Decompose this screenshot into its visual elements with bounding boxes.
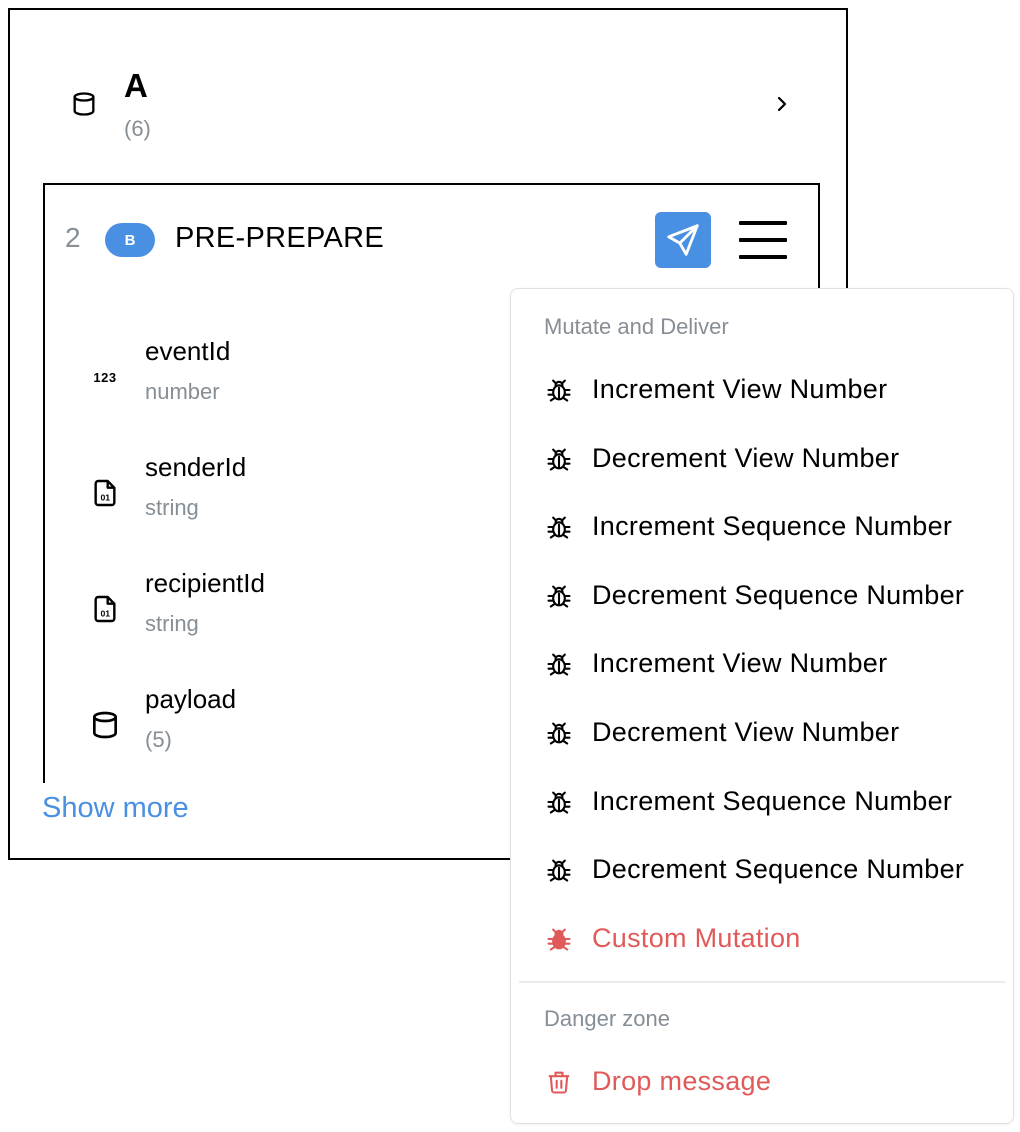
danger-zone-label: Danger zone <box>544 1006 670 1031</box>
bug-filled-icon <box>547 928 571 951</box>
menu-item-label: Decrement Sequence Number <box>592 580 965 610</box>
show-more-link[interactable]: Show more <box>42 788 189 828</box>
field-type: string <box>145 495 199 520</box>
field-name: eventId <box>145 336 231 366</box>
menu-item-decrement-view-number[interactable]: Decrement View Number <box>511 703 1013 763</box>
field-type: (5) <box>145 727 172 752</box>
deliver-button[interactable] <box>655 212 711 268</box>
hamburger-line <box>739 238 787 242</box>
menu-item-label: Decrement Sequence Number <box>592 854 965 884</box>
field-event-id: 123 eventId number <box>89 335 509 425</box>
node-count: (6) <box>124 116 151 141</box>
menu-item-label: Increment View Number <box>592 374 888 404</box>
mutation-dropdown-menu: Mutate and Deliver Increment View Number… <box>510 288 1014 1124</box>
database-icon <box>93 711 117 739</box>
menu-item-label: Increment Sequence Number <box>592 786 953 816</box>
field-recipient-id: 01 recipientId string <box>89 567 509 657</box>
bug-outline-icon <box>547 791 571 814</box>
svg-text:123: 123 <box>93 370 116 385</box>
bug-outline-icon <box>547 448 571 471</box>
menu-item-drop-message[interactable]: Drop message <box>511 1052 1013 1112</box>
menu-item-label: Decrement View Number <box>592 717 900 747</box>
field-name: senderId <box>145 452 247 482</box>
menu-item-decrement-sequence-number[interactable]: Decrement Sequence Number <box>511 840 1013 900</box>
message-type: PRE-PREPARE <box>175 222 385 254</box>
menu-item-increment-sequence-number[interactable]: Increment Sequence Number <box>511 772 1013 832</box>
menu-button[interactable] <box>737 219 789 261</box>
menu-item-label: Decrement View Number <box>592 443 900 473</box>
node-title: A <box>124 67 148 104</box>
trash-icon <box>548 1071 570 1094</box>
field-type: number <box>145 379 220 404</box>
bug-outline-icon <box>547 516 571 539</box>
bug-outline-icon <box>547 722 571 745</box>
field-type: string <box>145 611 199 636</box>
menu-item-custom-mutation[interactable]: Custom Mutation <box>511 909 1013 969</box>
message-index: 2 <box>65 222 81 253</box>
bug-outline-icon <box>547 379 571 402</box>
bug-outline-icon <box>547 859 571 882</box>
menu-item-increment-view-number[interactable]: Increment View Number <box>511 360 1013 420</box>
bug-outline-icon <box>547 653 571 676</box>
hamburger-line <box>739 221 787 225</box>
field-name: recipientId <box>145 568 265 598</box>
binary-file-icon: 01 <box>94 479 116 507</box>
numeric-123-icon: 123 <box>93 370 116 385</box>
menu-item-decrement-view-number[interactable]: Decrement View Number <box>511 429 1013 489</box>
menu-item-label: Increment Sequence Number <box>592 511 953 541</box>
svg-text:01: 01 <box>100 492 110 502</box>
menu-item-increment-view-number[interactable]: Increment View Number <box>511 634 1013 694</box>
menu-section-label: Mutate and Deliver <box>544 314 729 339</box>
menu-divider <box>519 981 1005 983</box>
database-icon <box>73 92 95 116</box>
field-sender-id: 01 senderId string <box>89 451 509 541</box>
menu-item-increment-sequence-number[interactable]: Increment Sequence Number <box>511 497 1013 557</box>
menu-item-label: Drop message <box>592 1066 772 1096</box>
node-header[interactable]: A (6) <box>10 10 846 180</box>
menu-item-label: Increment View Number <box>592 648 888 678</box>
field-name: payload <box>145 684 237 714</box>
bug-outline-icon <box>547 585 571 608</box>
hamburger-line <box>739 255 787 259</box>
binary-file-icon: 01 <box>94 595 116 623</box>
send-icon <box>667 224 699 256</box>
menu-item-decrement-sequence-number[interactable]: Decrement Sequence Number <box>511 566 1013 626</box>
svg-text:01: 01 <box>100 608 110 618</box>
chevron-right-icon[interactable] <box>770 90 794 118</box>
menu-item-label: Custom Mutation <box>592 923 801 953</box>
field-payload[interactable]: payload (5) <box>89 683 509 773</box>
sender-badge: B <box>105 223 155 257</box>
